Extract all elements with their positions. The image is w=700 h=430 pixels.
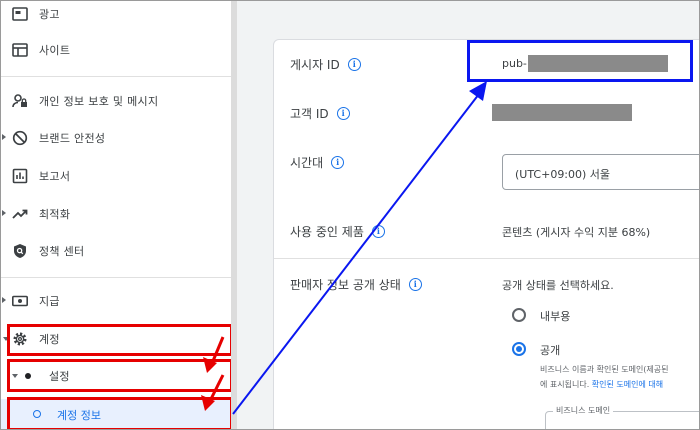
- account-info-card: 게시자 ID i pub- 고객 ID i 시간대 i (UTC+09:00) …: [273, 39, 699, 429]
- public-desc-text: 에 표시됩니다.: [540, 380, 590, 389]
- sidebar-divider: [1, 76, 231, 77]
- annotation-red-box-account: [7, 324, 233, 356]
- customer-id-redacted: [492, 104, 632, 121]
- sidebar-item-reports[interactable]: 보고서: [1, 158, 231, 194]
- expand-caret-icon: [2, 210, 6, 216]
- customer-id-row-label: 고객 ID i: [290, 105, 350, 122]
- expand-caret-icon: [2, 134, 6, 140]
- radio-internal-label: 내부용: [540, 310, 571, 323]
- public-desc-line2: 에 표시됩니다. 확인된 도메인에 대해: [540, 379, 663, 390]
- timezone-value: (UTC+09:00) 서울: [515, 168, 611, 181]
- sidebar-item-label: 정책 센터: [39, 245, 85, 258]
- radio-public[interactable]: [512, 342, 526, 356]
- site-icon: [11, 41, 29, 59]
- publisher-id-row-label: 게시자 ID i: [290, 56, 361, 73]
- radio-public-label: 공개: [540, 344, 561, 357]
- product-label: 사용 중인 제품: [290, 225, 364, 239]
- sidebar-item-label: 보고서: [39, 170, 71, 183]
- seller-label: 판매자 정보 공개 상태: [290, 278, 401, 292]
- sidebar-item-label: 최적화: [39, 208, 71, 221]
- seller-prompt: 공개 상태를 선택하세요.: [502, 279, 614, 292]
- public-desc-line1: 비즈니스 이름과 확인된 도메인(제공된: [540, 365, 669, 374]
- ad-icon: [11, 5, 29, 23]
- annotation-red-box-account-info: [7, 397, 233, 429]
- sidebar-item-label: 브랜드 안전성: [39, 132, 106, 145]
- sidebar-item-optimization[interactable]: 최적화: [1, 196, 231, 232]
- payment-icon: [11, 292, 29, 310]
- info-icon[interactable]: i: [347, 58, 361, 71]
- product-row-label: 사용 중인 제품 i: [290, 223, 385, 240]
- timezone-row-label: 시간대 i: [290, 154, 345, 171]
- customer-id-label: 고객 ID: [290, 107, 329, 121]
- product-value: 콘텐츠 (게시자 수익 지분 68%): [502, 226, 651, 239]
- sidebar-item-label: 지급: [39, 295, 60, 308]
- annotation-blue-box-publisher-id: [467, 40, 693, 82]
- sidebar-item-payments[interactable]: 지급: [1, 283, 231, 319]
- info-icon[interactable]: i: [336, 107, 350, 120]
- expand-caret-icon: [2, 297, 6, 303]
- business-domain-label: 비즈니스 도메인: [553, 405, 614, 416]
- report-icon: [11, 167, 29, 185]
- sidebar-item-label: 개인 정보 보호 및 메시지: [39, 95, 159, 108]
- verified-domain-link[interactable]: 확인된 도메인에 대해: [592, 380, 663, 389]
- timezone-select[interactable]: (UTC+09:00) 서울: [502, 154, 699, 190]
- sidebar-divider: [1, 277, 231, 278]
- trend-icon: [11, 205, 29, 223]
- sidebar-item-brand-safety[interactable]: 브랜드 안전성: [1, 120, 231, 156]
- sidebar-item-policy-center[interactable]: 정책 센터: [1, 233, 231, 269]
- sidebar-item-ads[interactable]: 광고: [1, 1, 231, 32]
- card-divider: [274, 258, 699, 259]
- sidebar-item-sites[interactable]: 사이트: [1, 32, 231, 68]
- annotation-red-box-settings: [7, 359, 233, 392]
- sidebar: 광고 사이트 개인 정보 보호 및 메시지 브랜드 안전성 보고서 최적화 정책…: [1, 1, 233, 429]
- publisher-id-label: 게시자 ID: [290, 58, 340, 72]
- sidebar-item-label: 광고: [39, 8, 60, 21]
- sidebar-item-label: 사이트: [39, 44, 71, 57]
- info-icon[interactable]: i: [331, 156, 345, 169]
- sidebar-item-privacy[interactable]: 개인 정보 보호 및 메시지: [1, 83, 231, 119]
- shield-icon: [11, 242, 29, 260]
- seller-row-label: 판매자 정보 공개 상태 i: [290, 276, 422, 293]
- app-frame: 광고 사이트 개인 정보 보호 및 메시지 브랜드 안전성 보고서 최적화 정책…: [0, 0, 700, 430]
- block-icon: [11, 129, 29, 147]
- info-icon[interactable]: i: [371, 225, 385, 238]
- privacy-icon: [11, 92, 29, 110]
- radio-internal[interactable]: [512, 308, 526, 322]
- timezone-label: 시간대: [290, 156, 324, 170]
- info-icon[interactable]: i: [408, 278, 422, 291]
